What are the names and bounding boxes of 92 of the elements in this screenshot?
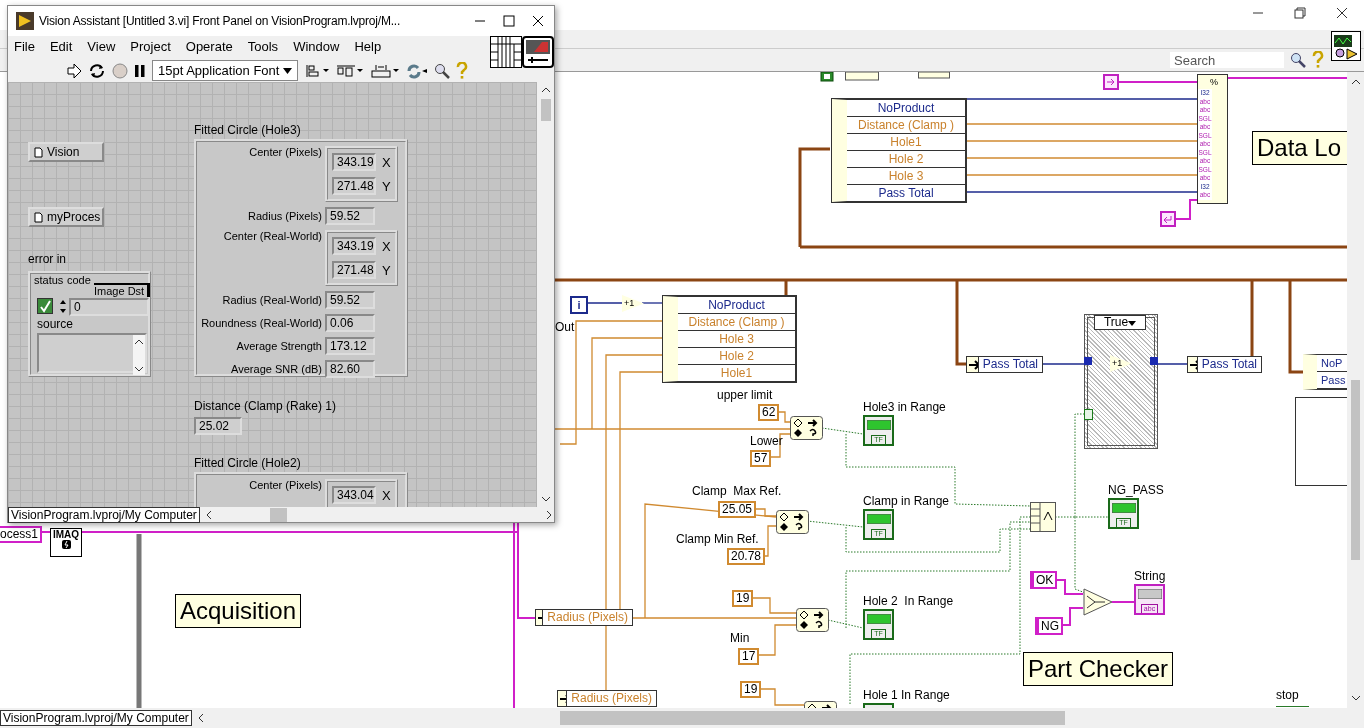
format-header: % bbox=[1209, 76, 1218, 89]
bundle-element: NoProduct bbox=[678, 297, 795, 314]
number-field[interactable]: 59.52 bbox=[325, 207, 375, 225]
cluster-label: error in bbox=[28, 252, 66, 266]
status-bar-text: VisionProgram.lvproj/My Computer bbox=[0, 710, 192, 726]
field-label: status bbox=[34, 274, 64, 286]
bundle-element: NoProduct bbox=[847, 100, 965, 117]
menu-item[interactable]: Help bbox=[354, 39, 382, 58]
numeric-constant: 25.05 bbox=[718, 501, 757, 518]
menu-item[interactable]: Edit bbox=[49, 39, 73, 58]
field-label: source bbox=[37, 317, 74, 331]
code-field[interactable]: 0 bbox=[69, 298, 149, 316]
bundle-element: Hole 3 bbox=[847, 168, 965, 185]
bundle-element: Hole1 bbox=[719, 365, 754, 381]
indicator-label: Hole 2 In Range bbox=[863, 594, 954, 608]
numeric-constant: 19 bbox=[732, 590, 754, 607]
numeric-constant: 57 bbox=[750, 450, 772, 467]
window-title: Vision Assistant [Untitled 3.vi] Front Panel on VisionProgram.lvproj/M... bbox=[39, 14, 402, 28]
bundle-element: Hole 2 bbox=[678, 348, 795, 365]
axis-label: Y bbox=[382, 178, 391, 194]
field-label: code bbox=[67, 274, 91, 286]
terminal-label: Min bbox=[730, 631, 750, 645]
field-label: Average SNR (dB) bbox=[230, 363, 322, 375]
menu-item[interactable]: View bbox=[87, 39, 116, 58]
number-field[interactable]: 271.48 bbox=[332, 261, 376, 279]
terminal-label: Clamp Max Ref. bbox=[692, 484, 782, 498]
number-field[interactable]: 343.19 bbox=[332, 237, 376, 255]
terminal-label: upper limit bbox=[717, 388, 773, 402]
number-field[interactable]: 271.48 bbox=[332, 177, 376, 195]
field-label: Roundness (Real-World) bbox=[200, 317, 322, 329]
axis-label: X bbox=[382, 238, 391, 254]
bundle-element: Hole 2 bbox=[847, 151, 965, 168]
numeric-constant: 62 bbox=[758, 404, 780, 421]
unbundle-element: Radius (Pixels) bbox=[570, 691, 653, 706]
path-control[interactable]: myProces bbox=[28, 207, 104, 227]
bundle-element: Hole1 bbox=[847, 134, 965, 151]
indicator-label: NG_PASS bbox=[1108, 483, 1164, 497]
number-field[interactable]: 173.12 bbox=[325, 337, 375, 355]
terminal-label: Out bbox=[555, 320, 575, 334]
numeric-constant: 19 bbox=[740, 681, 762, 698]
field-label: Center (Pixels) bbox=[248, 146, 322, 158]
bundle-element: Pass Total bbox=[877, 185, 935, 201]
menu-item[interactable]: Window bbox=[293, 39, 340, 58]
indicator-label: String bbox=[1134, 569, 1166, 583]
menu-item[interactable]: Tools bbox=[247, 39, 279, 58]
terminal-label: Lower bbox=[750, 434, 783, 448]
number-field[interactable]: 59.52 bbox=[325, 291, 375, 309]
path-control[interactable]: Vision bbox=[28, 142, 104, 162]
numeric-constant: 17 bbox=[738, 648, 760, 665]
number-field[interactable]: 343.04 bbox=[332, 486, 376, 504]
number-field[interactable]: 0.06 bbox=[325, 314, 375, 332]
unbundle-element: Pass Total bbox=[1200, 357, 1258, 372]
menu-item[interactable]: File bbox=[14, 39, 35, 58]
bundle-element: Hole 3 bbox=[678, 331, 795, 348]
string-constant: NG bbox=[1035, 617, 1063, 635]
number-field[interactable]: 343.19 bbox=[332, 153, 376, 171]
case-selector[interactable]: True bbox=[1094, 315, 1146, 330]
terminal-label: Clamp Min Ref. bbox=[676, 532, 759, 546]
comment-label: Data Lo bbox=[1252, 131, 1347, 165]
string-constant: OK bbox=[1030, 571, 1058, 589]
font-dropdown[interactable]: 15pt Application Font bbox=[152, 60, 298, 81]
axis-label: X bbox=[382, 154, 391, 170]
number-field[interactable]: 25.02 bbox=[194, 417, 242, 435]
field-label: Center (Real-World) bbox=[222, 230, 322, 242]
unbundle-element: Radius (Pixels) bbox=[546, 610, 629, 625]
cluster-label: Fitted Circle (Hole3) bbox=[194, 123, 301, 137]
indicator-label: Hole3 in Range bbox=[863, 400, 946, 414]
loop-index: i bbox=[570, 296, 588, 314]
indicator-label: Clamp in Range bbox=[863, 494, 950, 508]
numeric-constant: 20.78 bbox=[727, 548, 766, 565]
cluster-label: Fitted Circle (Hole2) bbox=[194, 456, 301, 470]
comment-label: Part Checker bbox=[1023, 652, 1174, 686]
comment-label: Acquisition bbox=[175, 594, 302, 628]
field-label: Radius (Real-World) bbox=[221, 294, 322, 306]
field-label: Center (Pixels) bbox=[248, 479, 322, 491]
search-field[interactable]: Search bbox=[1170, 52, 1284, 68]
bundle-element: Distance (Clamp ) bbox=[847, 117, 965, 134]
increment-node: +1 bbox=[622, 295, 644, 312]
subvi-label: IMAQ bbox=[52, 529, 80, 540]
number-field[interactable]: 82.60 bbox=[325, 360, 375, 378]
unbundle-element: Pass Total bbox=[981, 357, 1039, 372]
field-label: Average Strength bbox=[235, 340, 322, 352]
indicator-label: Hole 1 In Range bbox=[863, 688, 950, 702]
bundle-element: Distance (Clamp ) bbox=[678, 314, 795, 331]
field-label: Distance (Clamp (Rake) 1) bbox=[194, 399, 337, 413]
terminal-label: stop bbox=[1276, 688, 1309, 707]
menu-item[interactable]: Project bbox=[130, 39, 171, 58]
axis-label: Y bbox=[382, 262, 391, 278]
axis-label: X bbox=[382, 487, 391, 503]
field-label: Radius (Pixels) bbox=[247, 210, 322, 222]
control-label: ocess1 bbox=[0, 526, 43, 543]
menu-item[interactable]: Operate bbox=[185, 39, 233, 58]
